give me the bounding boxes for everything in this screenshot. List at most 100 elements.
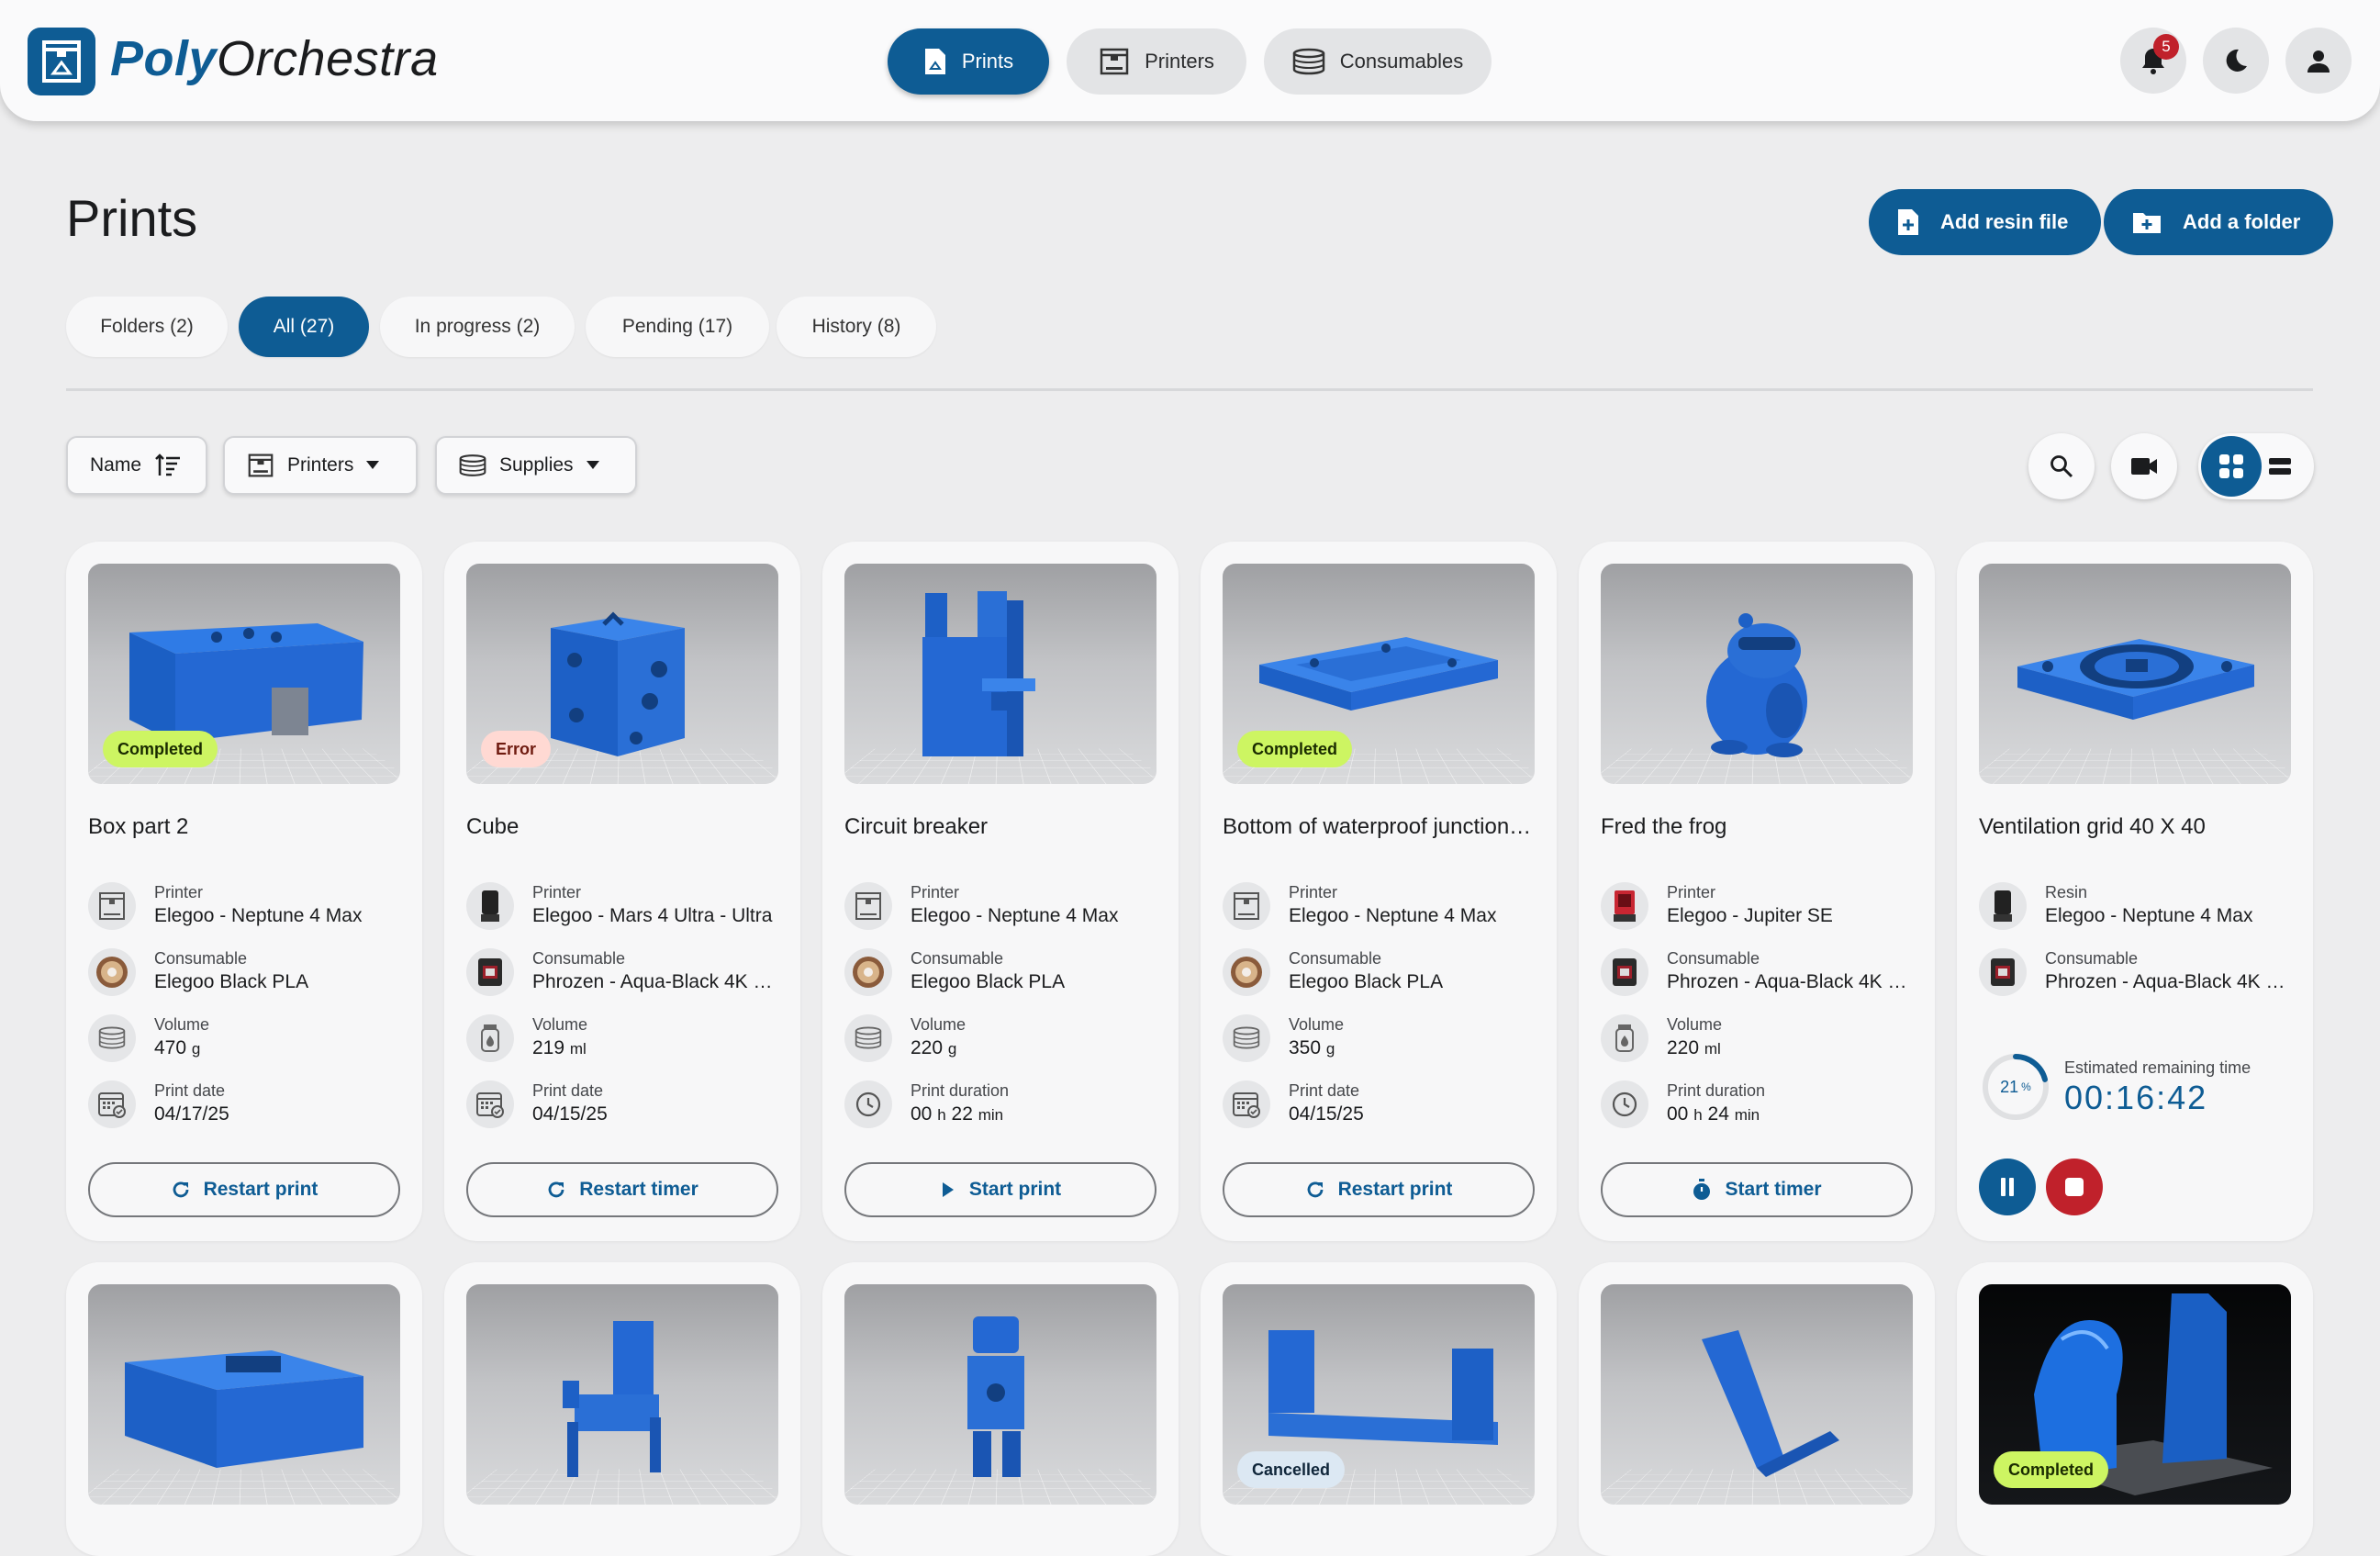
info-row: Resin Elegoo - Neptune 4 Max: [1979, 879, 2291, 935]
printers-filter-dropdown[interactable]: Printers: [223, 436, 418, 495]
resin-volume-icon: [1601, 1014, 1648, 1062]
timer-icon: [1692, 1179, 1712, 1201]
field-value: 219 ml: [532, 1037, 778, 1059]
info-row: Print date 04/17/25: [88, 1078, 400, 1133]
field-value: 04/17/25: [154, 1103, 400, 1125]
info-row: Volume 220 ml: [1601, 1012, 1913, 1067]
field-label: Consumable: [532, 949, 625, 968]
info-row: Printer Elegoo - Jupiter SE: [1601, 879, 1913, 935]
model-thumbnail: [1601, 564, 1913, 784]
progress-percent: 21%: [1979, 1050, 2052, 1124]
field-label: Print duration: [1667, 1081, 1765, 1101]
stop-button[interactable]: [2046, 1159, 2103, 1215]
info-row: Consumable Elegoo Black PLA: [88, 946, 400, 1001]
sort-icon: [154, 453, 182, 477]
field-value: Elegoo - Jupiter SE: [1667, 905, 1913, 927]
notifications-button[interactable]: 5: [2120, 28, 2186, 94]
field-label: Volume: [911, 1015, 966, 1035]
restart-timer-button[interactable]: Restart timer: [466, 1162, 778, 1217]
status-badge: Completed: [103, 731, 218, 767]
spool-stack-icon: [1223, 1014, 1270, 1062]
grid-view-button[interactable]: [2201, 436, 2262, 497]
nav-tab-prints[interactable]: Prints: [888, 28, 1049, 95]
print-card[interactable]: Completed Box part 2 Printer Elegoo - Ne…: [66, 542, 422, 1241]
field-label: Consumable: [911, 949, 1003, 968]
model-thumbnail: Completed: [1223, 564, 1535, 784]
info-row: Print date 04/15/25: [466, 1078, 778, 1133]
dark-mode-button[interactable]: [2203, 28, 2269, 94]
filament-spool-icon: [1223, 948, 1270, 996]
print-card[interactable]: [822, 1262, 1179, 1556]
info-row: Printer Elegoo - Neptune 4 Max: [844, 879, 1156, 935]
clock-icon: [1601, 1080, 1648, 1128]
model-thumbnail: [466, 1284, 778, 1505]
camera-button[interactable]: [2111, 433, 2177, 499]
start-print-button[interactable]: Start print: [844, 1162, 1156, 1217]
status-badge: Cancelled: [1237, 1451, 1345, 1488]
print-card[interactable]: Error Cube Printer Elegoo - Mars 4 Ultra…: [444, 542, 800, 1241]
print-card[interactable]: Cancelled: [1201, 1262, 1557, 1556]
info-row: Print date 04/15/25: [1223, 1078, 1535, 1133]
add-folder-button[interactable]: Add a folder: [2104, 189, 2333, 255]
spool-stack-icon: [844, 1014, 892, 1062]
print-card[interactable]: [1579, 1262, 1935, 1556]
restart-icon: [171, 1180, 191, 1200]
field-label: Print date: [1289, 1081, 1359, 1101]
field-value: Phrozen - Aqua-Black 4K Resin: [1667, 971, 1913, 993]
print-card[interactable]: [444, 1262, 800, 1556]
field-label: Volume: [1667, 1015, 1722, 1035]
tab-all[interactable]: All (27): [239, 297, 369, 357]
tab-folders[interactable]: Folders (2): [66, 297, 228, 357]
tab-history[interactable]: History (8): [777, 297, 936, 357]
search-icon: [2050, 454, 2073, 478]
status-badge: Completed: [1994, 1451, 2108, 1488]
sort-name-button[interactable]: Name: [66, 436, 207, 495]
pause-button[interactable]: [1979, 1159, 2036, 1215]
nav-tab-label: Printers: [1145, 50, 1214, 73]
restart-print-button[interactable]: Restart print: [1223, 1162, 1535, 1217]
field-label: Printer: [1667, 883, 1715, 902]
field-label: Printer: [911, 883, 959, 902]
tab-in-progress[interactable]: In progress (2): [380, 297, 575, 357]
sort-label: Name: [90, 454, 141, 476]
field-value: Elegoo - Neptune 4 Max: [911, 905, 1156, 927]
nav-tab-printers[interactable]: Printers: [1067, 28, 1246, 95]
print-card[interactable]: Completed Bottom of waterproof junction …: [1201, 542, 1557, 1241]
print-card[interactable]: Completed: [1957, 1262, 2313, 1556]
field-value: Elegoo - Neptune 4 Max: [2045, 905, 2291, 927]
account-button[interactable]: [2285, 28, 2352, 94]
print-card[interactable]: Fred the frog Printer Elegoo - Jupiter S…: [1579, 542, 1935, 1241]
print-title: Ventilation grid 40 X 40: [1979, 814, 2291, 840]
print-card[interactable]: Ventilation grid 40 X 40 Resin Elegoo - …: [1957, 542, 2313, 1241]
field-value: Elegoo - Neptune 4 Max: [154, 905, 400, 927]
info-row: Consumable Phrozen - Aqua-Black 4K Resin: [1979, 946, 2291, 1001]
field-label: Volume: [154, 1015, 209, 1035]
info-row: Volume 350 g: [1223, 1012, 1535, 1067]
field-label: Printer: [154, 883, 203, 902]
field-label: Volume: [532, 1015, 587, 1035]
tab-pending[interactable]: Pending (17): [586, 297, 769, 357]
model-thumbnail: Cancelled: [1223, 1284, 1535, 1505]
logo-icon[interactable]: [28, 28, 95, 95]
list-view-button[interactable]: [2257, 436, 2303, 497]
model-thumbnail: [1979, 564, 2291, 784]
supplies-filter-dropdown[interactable]: Supplies: [435, 436, 637, 495]
nav-tab-consumables[interactable]: Consumables: [1264, 28, 1492, 95]
restart-print-button[interactable]: Restart print: [88, 1162, 400, 1217]
field-label: Resin: [2045, 883, 2087, 902]
search-button[interactable]: [2028, 433, 2095, 499]
button-label: Restart timer: [579, 1179, 698, 1201]
printer-icon: [1099, 47, 1130, 76]
page-title: Prints: [66, 188, 197, 248]
field-value: 470 g: [154, 1037, 400, 1059]
moon-icon: [2222, 47, 2250, 74]
estimate-value: 00:16:42: [2064, 1079, 2207, 1117]
print-card[interactable]: Circuit breaker Printer Elegoo - Neptune…: [822, 542, 1179, 1241]
field-label: Print date: [154, 1081, 225, 1101]
start-timer-button[interactable]: Start timer: [1601, 1162, 1913, 1217]
print-card[interactable]: [66, 1262, 422, 1556]
info-row: Printer Elegoo - Mars 4 Ultra - Ultra: [466, 879, 778, 935]
add-resin-file-button[interactable]: Add resin file: [1869, 189, 2101, 255]
field-label: Print duration: [911, 1081, 1009, 1101]
info-row: Print duration 00 h 24 min: [1601, 1078, 1913, 1133]
